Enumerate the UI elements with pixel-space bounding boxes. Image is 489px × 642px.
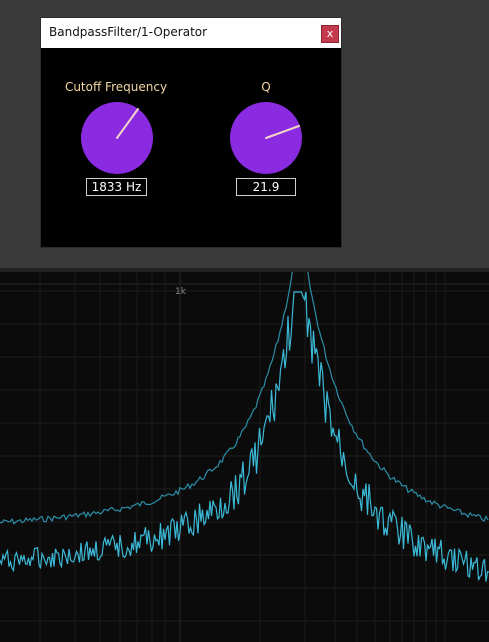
frequency-tick-1k: 1k xyxy=(175,287,186,297)
cutoff-frequency-label: Cutoff Frequency xyxy=(64,80,168,94)
spectrum-plot xyxy=(0,272,489,642)
cutoff-indicator-icon xyxy=(116,108,139,139)
title-bar[interactable]: BandpassFilter/1-Operator x xyxy=(41,18,341,48)
window-title: BandpassFilter/1-Operator xyxy=(49,25,208,39)
spectrum-analyzer: 1k xyxy=(0,272,489,642)
q-indicator-icon xyxy=(265,125,300,139)
cutoff-frequency-value[interactable]: 1833 Hz xyxy=(86,178,147,196)
spectrum-grid xyxy=(0,272,489,642)
q-value[interactable]: 21.9 xyxy=(236,178,296,196)
q-knob[interactable] xyxy=(230,102,302,174)
plugin-window: BandpassFilter/1-Operator x Cutoff Frequ… xyxy=(41,18,341,247)
live-spectrum-curve xyxy=(0,291,489,582)
close-button[interactable]: x xyxy=(321,25,339,43)
cutoff-frequency-knob[interactable] xyxy=(81,102,153,174)
q-label: Q xyxy=(261,80,271,94)
